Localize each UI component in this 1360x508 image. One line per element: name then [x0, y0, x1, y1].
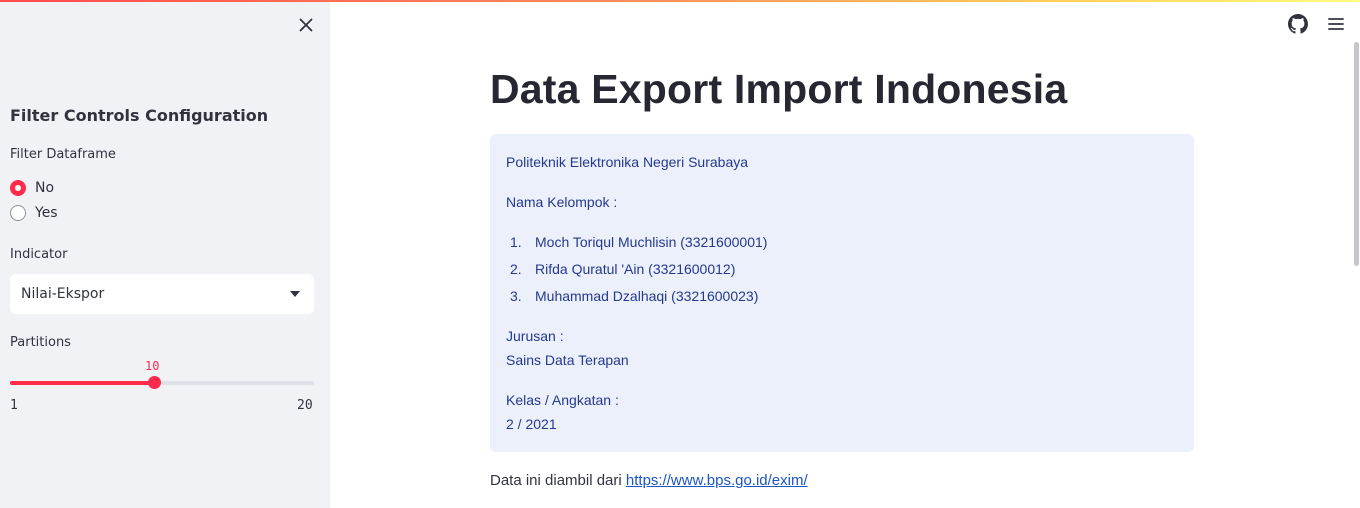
group-label: Nama Kelompok :	[506, 194, 618, 210]
list-item: 2. Rifda Quratul 'Ain (3321600012)	[510, 261, 735, 277]
sidebar: Filter Controls Configuration Filter Dat…	[0, 0, 330, 508]
caret-down-icon	[290, 291, 300, 297]
slider-min-label: 1	[10, 398, 18, 413]
institution-text: Politeknik Elektronika Negeri Surabaya	[506, 154, 749, 170]
list-number: 2.	[510, 261, 522, 277]
close-sidebar-button[interactable]	[296, 15, 316, 35]
radio-option-label: Yes	[35, 205, 58, 221]
main-menu-button[interactable]	[1326, 14, 1346, 34]
list-item: 3. Muhammad Dzalhaqi (3321600023)	[510, 288, 758, 304]
class-value: 2 / 2021	[506, 416, 557, 432]
major-label: Jurusan :	[506, 328, 564, 344]
hamburger-menu-icon	[1328, 18, 1344, 30]
page-title: Data Export Import Indonesia	[490, 66, 1068, 112]
top-decoration-bar	[0, 0, 1360, 2]
source-link[interactable]: https://www.bps.go.id/exim/	[626, 472, 808, 489]
class-label: Kelas / Angkatan :	[506, 392, 619, 408]
radio-option-no[interactable]: No	[10, 178, 54, 198]
list-number: 1.	[510, 234, 522, 250]
main-scrollbar[interactable]	[1354, 42, 1359, 266]
partitions-label: Partitions	[10, 335, 71, 350]
github-icon	[1288, 14, 1308, 34]
list-item: 1. Moch Toriqul Muchlisin (3321600001)	[510, 234, 767, 250]
github-button[interactable]	[1288, 14, 1308, 34]
slider-fill	[10, 381, 154, 385]
slider-thumb[interactable]	[148, 376, 161, 389]
radio-option-yes[interactable]: Yes	[10, 203, 58, 223]
indicator-selected-value: Nilai-Ekspor	[21, 286, 105, 302]
filter-dataframe-label: Filter Dataframe	[10, 147, 116, 162]
partitions-slider-track[interactable]	[10, 376, 314, 389]
radio-checked-icon	[10, 180, 26, 196]
source-prefix: Data ini diambil dari	[490, 472, 626, 489]
member-name: Rifda Quratul 'Ain (3321600012)	[535, 261, 736, 277]
slider-max-label: 20	[297, 398, 313, 413]
list-number: 3.	[510, 288, 522, 304]
member-name: Muhammad Dzalhaqi (3321600023)	[535, 288, 759, 304]
major-value: Sains Data Terapan	[506, 352, 629, 368]
sidebar-title: Filter Controls Configuration	[10, 106, 269, 125]
radio-unchecked-icon	[10, 205, 26, 221]
radio-option-label: No	[35, 180, 55, 196]
indicator-select[interactable]: Nilai-Ekspor	[10, 274, 314, 314]
member-name: Moch Toriqul Muchlisin (3321600001)	[535, 234, 768, 250]
close-icon	[299, 18, 313, 32]
info-box: Politeknik Elektronika Negeri Surabaya N…	[490, 134, 1194, 452]
indicator-label: Indicator	[10, 247, 68, 262]
data-source-text: Data ini diambil dari https://www.bps.go…	[490, 472, 808, 489]
slider-current-value: 10	[145, 359, 160, 373]
